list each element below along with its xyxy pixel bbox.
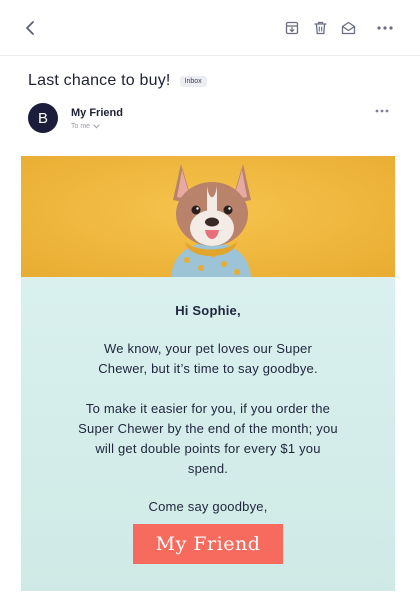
subject-row: Last chance to buy! Inbox — [28, 70, 207, 92]
email-subject: Last chance to buy! — [28, 72, 171, 89]
sender-more-button[interactable] — [374, 104, 390, 118]
hero-image — [21, 156, 395, 277]
envelope-open-icon — [341, 21, 355, 35]
email-body: Hi Sophie, We know, your pet loves our S… — [21, 156, 395, 591]
recipient-label: To me — [71, 123, 91, 130]
closing-line: Come say goodbye, — [148, 499, 268, 514]
more-button[interactable] — [376, 20, 394, 36]
archive-button[interactable] — [284, 20, 300, 36]
archive-icon — [285, 21, 299, 35]
avatar-initial: B — [37, 109, 48, 127]
more-horizontal-icon — [375, 109, 389, 113]
delete-button[interactable] — [312, 20, 328, 36]
toolbar-actions — [284, 18, 394, 38]
sender-avatar: B — [28, 103, 58, 133]
paragraph-goodbye: We know, your pet loves our Super Chewer… — [98, 341, 318, 376]
recipient-toggle[interactable]: To me — [71, 123, 100, 130]
french-bulldog-photo — [21, 156, 395, 277]
chevron-left-icon — [26, 21, 34, 35]
email-content: Hi Sophie, We know, your pet loves our S… — [21, 277, 395, 591]
mark-button[interactable] — [340, 20, 356, 36]
inbox-badge: Inbox — [179, 75, 207, 87]
sender-name: My Friend — [71, 107, 123, 119]
back-button[interactable] — [20, 18, 40, 38]
more-horizontal-icon — [377, 26, 393, 30]
chevron-down-icon — [93, 124, 100, 129]
signature-button[interactable]: My Friend — [133, 524, 283, 564]
greeting: Hi Sophie, — [175, 303, 241, 318]
paragraph-offer: To make it easier for you, if you order … — [78, 401, 338, 476]
trash-icon — [313, 21, 327, 35]
top-toolbar — [0, 0, 420, 56]
